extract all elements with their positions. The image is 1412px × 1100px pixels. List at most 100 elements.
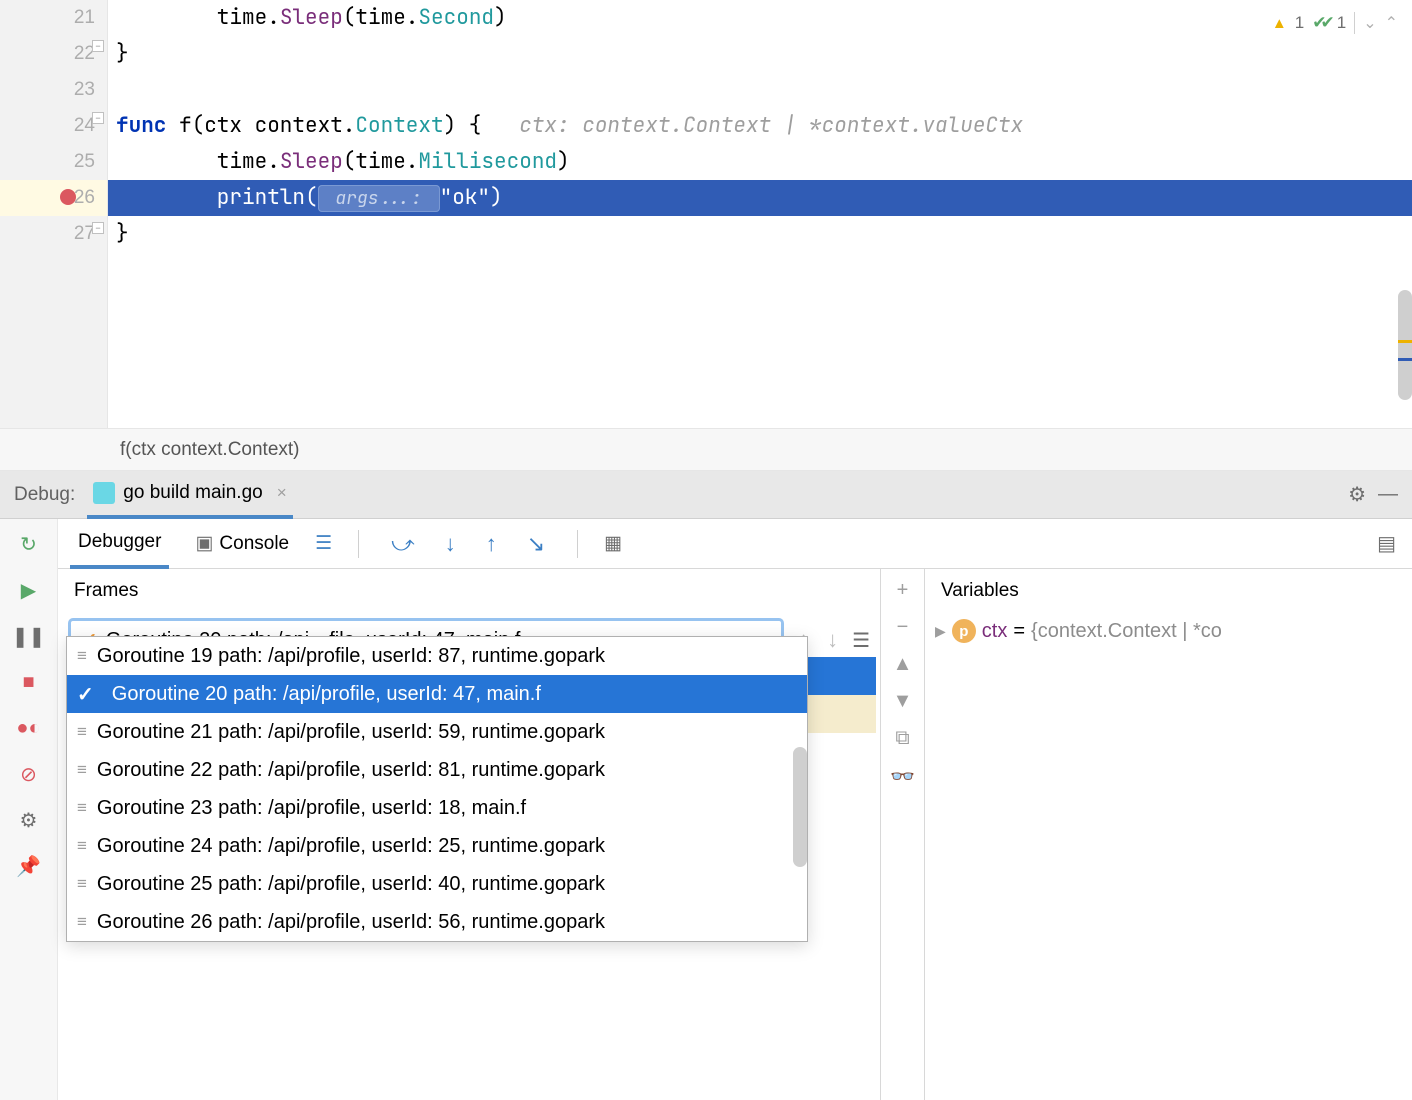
variables-toolbar: + − ▲ ▼ ⧉ 👓 [881,569,925,1100]
code-content[interactable]: time.Sleep(time.Second)} func f(ctx conte… [108,0,1412,428]
line-number[interactable]: 24 [0,108,107,144]
stack-icon: ≡ [77,760,87,780]
debug-title: Debug: [14,484,75,506]
run-to-cursor-icon[interactable]: ↘ [521,531,551,557]
code-line[interactable]: } [108,36,1412,72]
line-number[interactable]: 25 [0,144,107,180]
build-tab-label: go build main.go [123,482,262,504]
watch-down-icon[interactable]: ▼ [893,690,913,713]
nav-up-icon[interactable]: ⌃ [1385,13,1398,33]
variable-value: {context.Context | *co [1031,620,1222,643]
goroutine-label: Goroutine 24 path: /api/profile, userId:… [97,835,605,858]
settings-icon[interactable]: ⚙ [14,805,44,835]
minimize-icon[interactable]: — [1378,483,1398,506]
breakpoint-icon[interactable] [60,189,76,205]
ok-count: 1 [1337,13,1346,33]
glasses-icon[interactable]: 👓 [890,764,915,789]
layout-icon[interactable]: ▤ [1377,531,1396,556]
line-number[interactable]: 26 [0,180,107,216]
nav-down-icon[interactable]: ⌄ [1363,13,1376,33]
code-line[interactable]: time.Sleep(time.Second) [108,0,1412,36]
code-line[interactable]: println( args...: "ok") [108,180,1412,216]
tab-console[interactable]: ▣ Console [187,519,297,569]
editor-scrollbar[interactable] [1398,290,1412,400]
code-line[interactable]: time.Sleep(time.Millisecond) [108,144,1412,180]
threads-icon[interactable]: ☰ [315,532,332,555]
goroutine-option[interactable]: ✓ Goroutine 20 path: /api/profile, userId… [67,675,807,713]
copy-icon[interactable]: ⧉ [895,727,909,750]
param-badge-icon: p [952,619,976,643]
step-out-icon[interactable]: ↑ [480,531,503,557]
gear-icon[interactable]: ⚙ [1348,482,1366,507]
minimap-execution-mark[interactable] [1398,358,1412,361]
goroutine-dropdown[interactable]: ≡Goroutine 19 path: /api/profile, userId… [66,636,808,942]
variables-header: Variables [925,569,1412,613]
goroutine-label: Goroutine 20 path: /api/profile, userId:… [112,683,541,706]
goroutine-option[interactable]: ≡Goroutine 21 path: /api/profile, userId… [67,713,807,751]
frame-down-icon[interactable]: ↓ [823,627,842,653]
expand-icon[interactable]: ▶ [935,623,946,640]
code-line[interactable] [108,72,1412,108]
debug-toolwindow-header: Debug: go build main.go × ⚙ — [0,471,1412,519]
code-line[interactable]: } [108,216,1412,252]
tab-debugger[interactable]: Debugger [70,519,169,569]
goroutine-label: Goroutine 21 path: /api/profile, userId:… [97,721,605,744]
variable-row[interactable]: ▶ p ctx = {context.Context | *co [925,613,1412,649]
breadcrumb[interactable]: f(ctx context.Context) [0,428,1412,471]
goroutine-option[interactable]: ≡Goroutine 19 path: /api/profile, userId… [67,637,807,675]
pin-icon[interactable]: 📌 [14,851,44,881]
goroutine-label: Goroutine 23 path: /api/profile, userId:… [97,797,526,820]
stack-icon: ≡ [77,836,87,856]
warning-icon[interactable] [1272,13,1287,33]
check-icon: ✓ [77,682,94,707]
goroutine-option[interactable]: ≡Goroutine 22 path: /api/profile, userId… [67,751,807,789]
step-into-icon[interactable]: ↓ [439,531,462,557]
line-number[interactable]: 27 [0,216,107,252]
breadcrumb-text: f(ctx context.Context) [120,439,300,461]
dropdown-scrollbar[interactable] [793,747,807,867]
goroutine-label: Goroutine 26 path: /api/profile, userId:… [97,911,605,934]
goroutine-option[interactable]: ≡Goroutine 25 path: /api/profile, userId… [67,865,807,903]
separator [358,530,359,558]
goroutine-option[interactable]: ≡Goroutine 23 path: /api/profile, userId… [67,789,807,827]
code-line[interactable]: func f(ctx context.Context) { ctx: conte… [108,108,1412,144]
fold-marker-icon[interactable]: − [92,112,104,124]
ok-icon[interactable] [1312,13,1329,33]
line-number[interactable]: 21 [0,0,107,36]
debug-tabs: Debugger ▣ Console ☰ ⤻ ↓ ↑ ↘ ▦ ▤ [58,519,1412,569]
fold-marker-icon[interactable]: − [92,40,104,52]
variable-name: ctx [982,620,1008,643]
line-number[interactable]: 22 [0,36,107,72]
line-number[interactable]: 23 [0,72,107,108]
debug-config-tab[interactable]: go build main.go × [87,471,292,519]
filter-icon[interactable]: ☰ [852,628,870,653]
stack-icon: ≡ [77,912,87,932]
console-icon: ▣ [195,532,213,555]
remove-watch-icon[interactable]: − [897,616,909,639]
warning-count: 1 [1295,13,1304,33]
minimap-warning-mark[interactable] [1398,340,1412,343]
fold-marker-icon[interactable]: − [92,222,104,234]
view-breakpoints-icon[interactable]: ●◐ [14,713,44,743]
pause-icon[interactable]: ❚❚ [14,621,44,651]
evaluate-icon[interactable]: ▦ [604,532,622,555]
debug-left-toolbar: ↻ ▶ ❚❚ ■ ●◐ ⊘ ⚙ 📌 [0,519,58,1100]
code-editor[interactable]: 21 22 23 24 25 26 27 − − − time.Sleep(ti… [0,0,1412,428]
close-icon[interactable]: × [277,483,287,503]
rerun-icon[interactable]: ↻ [14,529,44,559]
goroutine-option[interactable]: ≡ Goroutine 24 path: /api/profile, userId… [67,827,807,865]
gopher-icon [93,482,115,504]
gutter[interactable]: 21 22 23 24 25 26 27 − − − [0,0,108,428]
variable-eq: = [1013,620,1025,643]
watch-up-icon[interactable]: ▲ [893,653,913,676]
mute-breakpoints-icon[interactable]: ⊘ [14,759,44,789]
step-over-icon[interactable]: ⤻ [385,531,421,557]
add-watch-icon[interactable]: + [897,579,909,602]
stack-icon: ≡ [77,874,87,894]
goroutine-option[interactable]: ≡ Goroutine 26 path: /api/profile, userId… [67,903,807,941]
stop-icon[interactable]: ■ [14,667,44,697]
tab-console-label: Console [219,533,289,555]
resume-icon[interactable]: ▶ [14,575,44,605]
inspection-indicators[interactable]: 1 1 ⌄ ⌃ [1272,12,1398,34]
separator [1354,12,1355,34]
